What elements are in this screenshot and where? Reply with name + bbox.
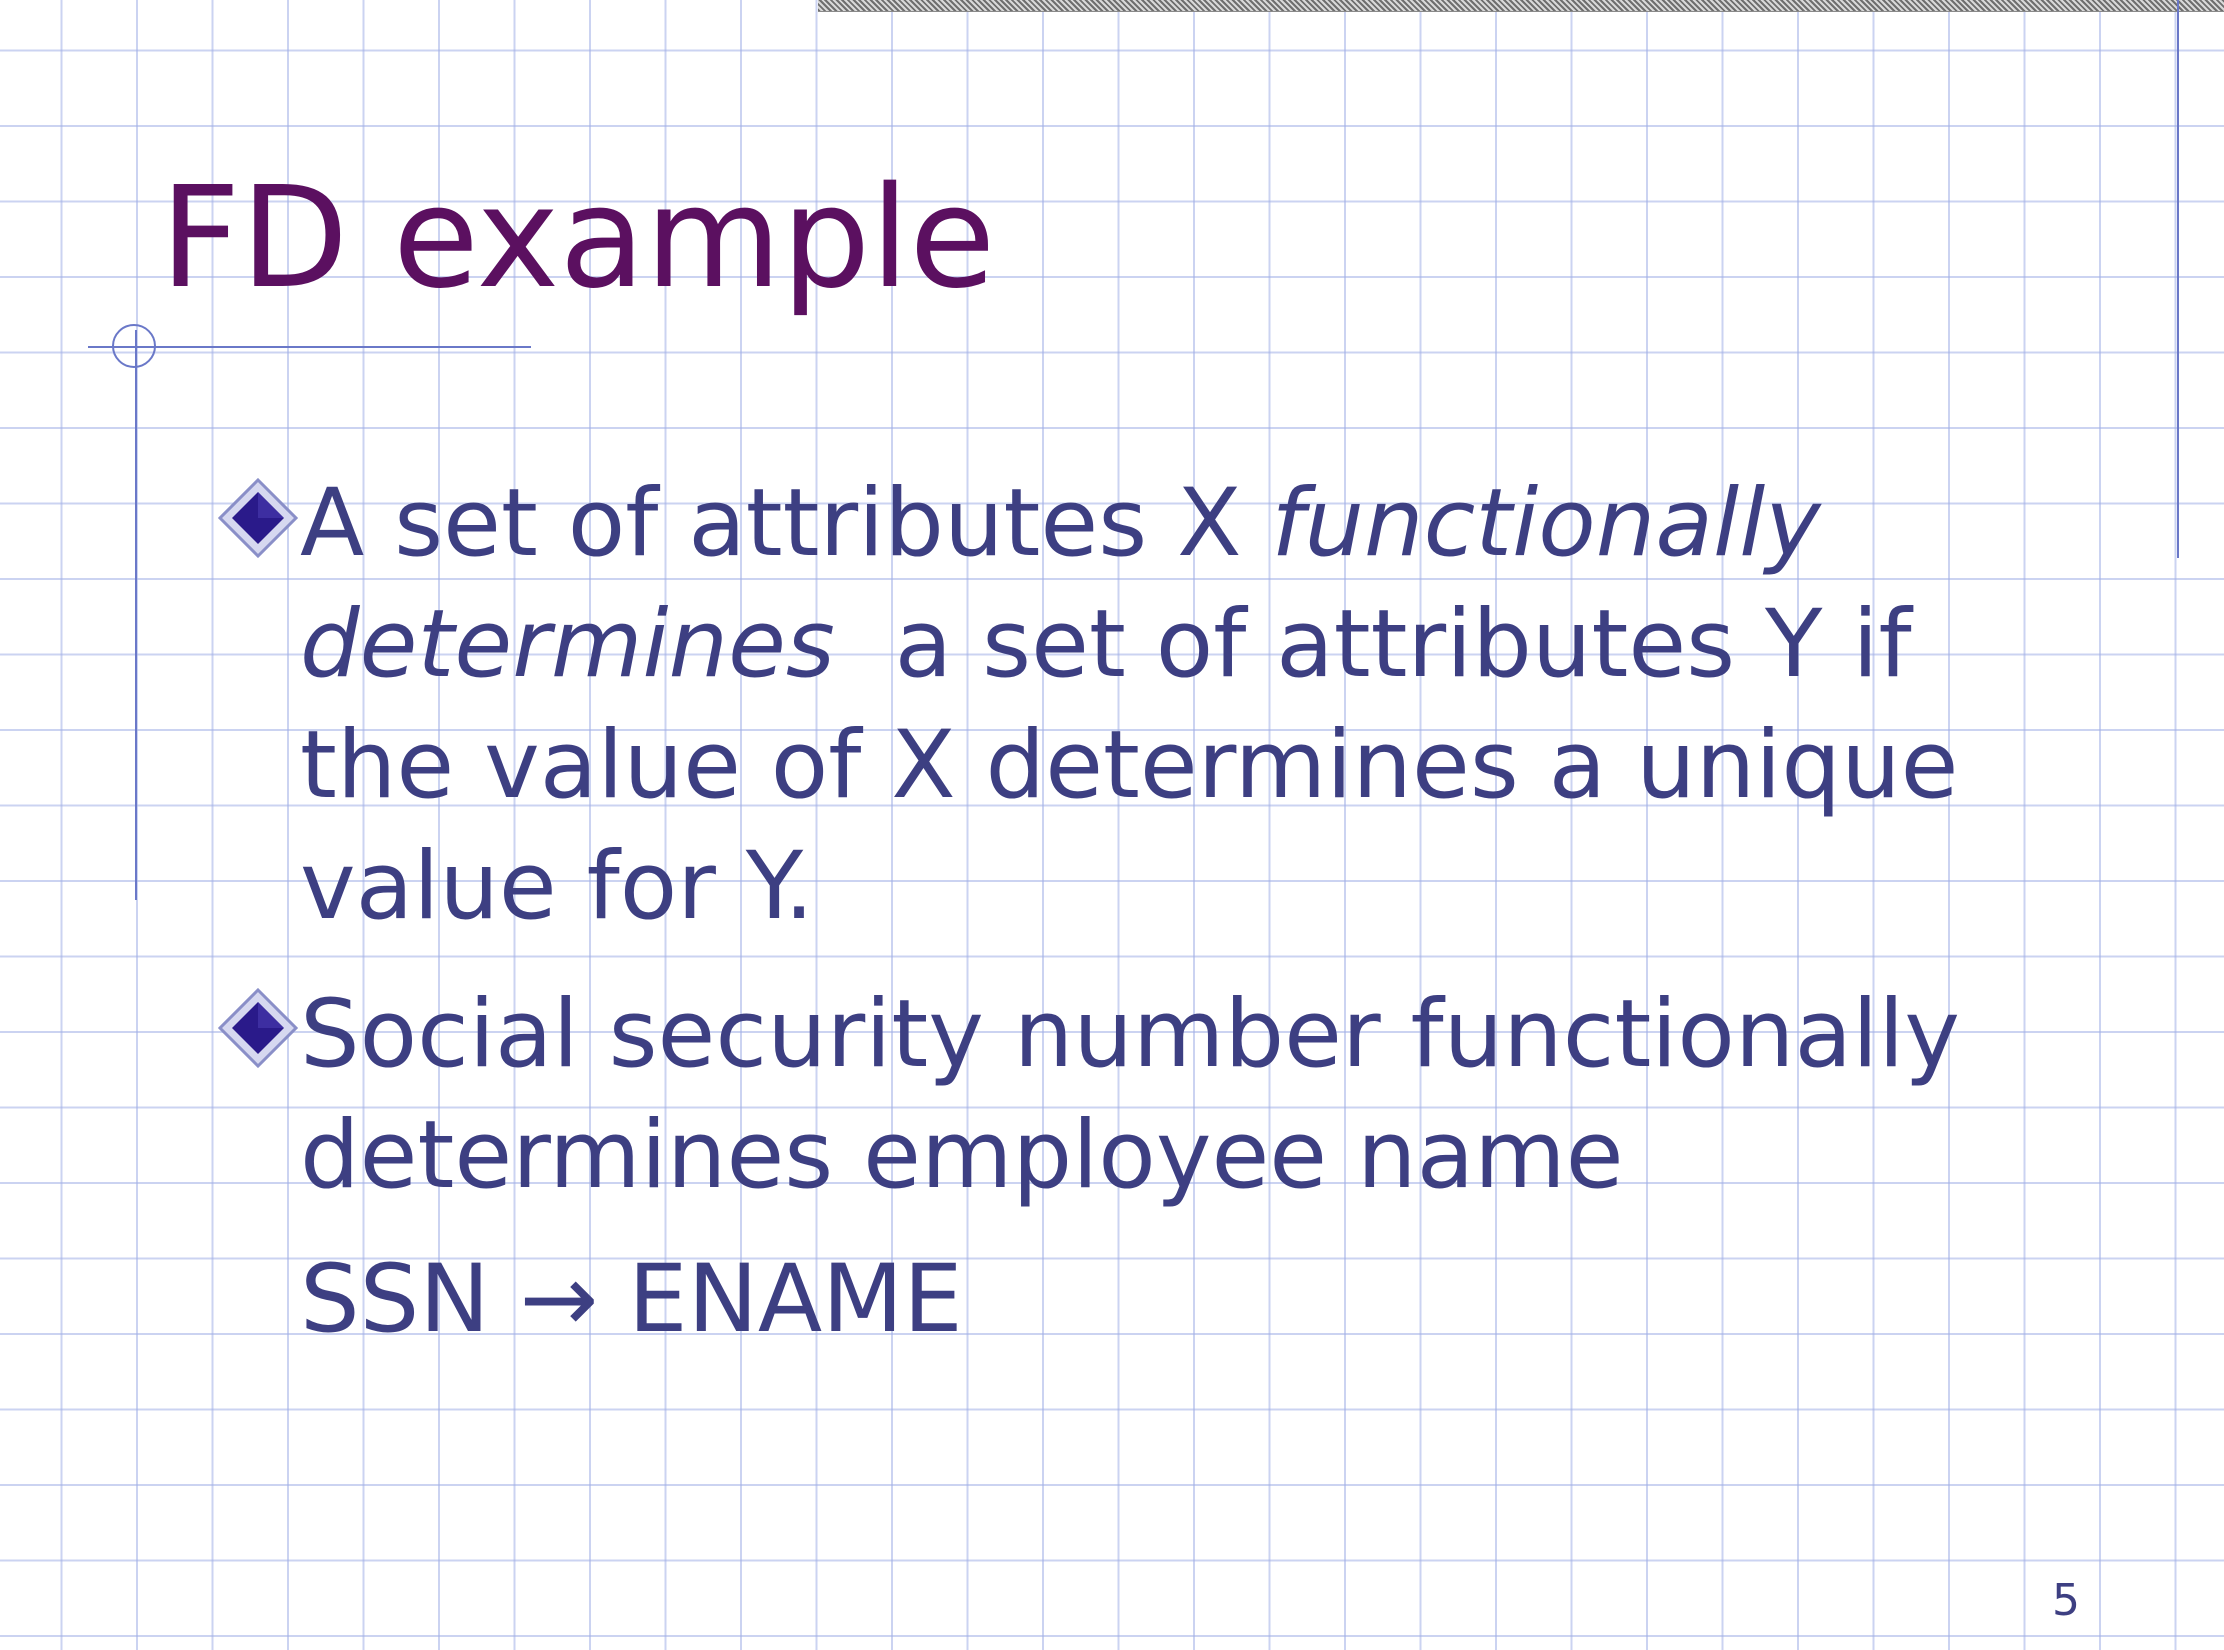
fd-notation: SSN → ENAME <box>300 1245 963 1354</box>
right-vertical-rule <box>2177 0 2179 558</box>
bullet-fd-definition: A set of attributes X functionally deter… <box>300 463 2090 947</box>
title-circle-ornament <box>112 324 156 368</box>
bullet-line: determines employee name <box>300 1101 1624 1210</box>
bullet-line: Social security number functionally <box>300 980 1960 1089</box>
bullet-line: A set of attributes X functionally <box>300 463 2090 584</box>
bullet-text-italic: determines <box>300 590 835 699</box>
top-decorative-bar <box>818 0 2224 12</box>
bullet-text: A set of attributes X <box>300 469 1272 578</box>
bullet-text-italic: functionally <box>1271 469 1821 578</box>
bullet-line: the value of X determines a unique <box>300 711 1959 820</box>
left-vertical-rule <box>135 330 137 900</box>
bullet-ssn-example: Social security number functionally dete… <box>300 974 2090 1216</box>
diamond-bullet-icon <box>218 988 298 1068</box>
slide: FD example A set of attributes X functio… <box>0 0 2224 1650</box>
diamond-bullet-icon <box>218 478 298 558</box>
page-number: 5 <box>2052 1575 2080 1626</box>
bullet-line: value for Y. <box>300 832 815 941</box>
slide-title: FD example <box>160 157 996 320</box>
bullet-text: a set of attributes Y if <box>834 590 1912 699</box>
bullet-line: determines a set of attributes Y if <box>300 584 2090 705</box>
